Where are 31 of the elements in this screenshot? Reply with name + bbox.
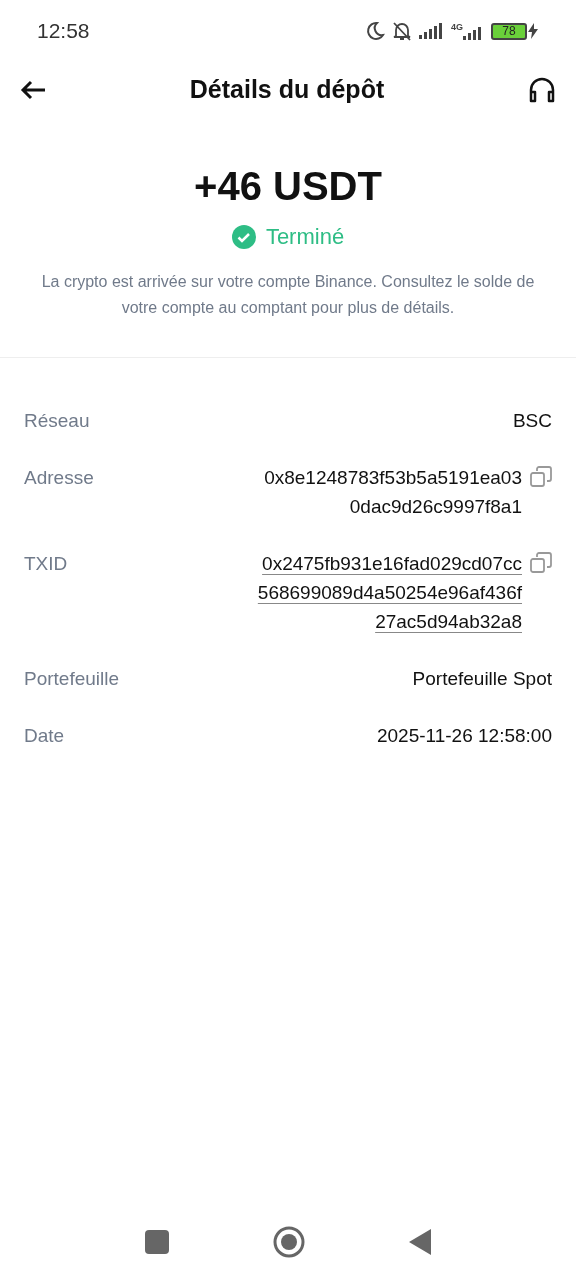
deposit-status: Terminé — [265, 223, 345, 251]
back-arrow-icon[interactable] — [20, 80, 46, 100]
square-nav-icon[interactable] — [145, 1230, 169, 1254]
battery-level: 78 — [491, 22, 527, 40]
detail-label: Adresse — [24, 466, 94, 490]
page-title: Détails du dépôt — [189, 74, 385, 106]
detail-value: Portefeuille Spot — [412, 667, 552, 691]
detail-label: Portefeuille — [24, 667, 120, 691]
detail-value: 2025-11-26 12:58:00 — [376, 724, 552, 748]
txid-link[interactable]: 568699089d4a50254e96af436f — [257, 578, 522, 607]
back-nav-icon[interactable] — [409, 1229, 431, 1255]
headset-icon[interactable] — [528, 77, 556, 103]
detail-value: BSC — [512, 409, 552, 433]
home-nav-icon[interactable] — [273, 1226, 305, 1258]
signal-icon — [419, 23, 445, 39]
moon-icon — [365, 21, 385, 41]
detail-value: 0dac9d26c9997f8a1 — [349, 495, 522, 519]
check-circle-icon — [231, 224, 256, 249]
detail-value: 0x8e1248783f53b5a5191ea03 — [264, 466, 522, 490]
status-time: 12:58 — [37, 18, 90, 45]
copy-icon[interactable] — [530, 552, 552, 574]
deposit-amount: +46 USDT — [194, 163, 382, 210]
detail-label: Date — [24, 724, 65, 748]
copy-icon[interactable] — [530, 466, 552, 488]
txid-link[interactable]: 0x2475fb931e16fad029cd07cc — [262, 549, 522, 578]
deposit-message: La crypto est arrivée sur votre compte Binance. Consultez le solde de votre compte au comptant pour plus de détails. — [40, 272, 536, 318]
detail-label: TXID — [24, 552, 68, 576]
detail-label: Réseau — [24, 409, 90, 433]
muted-bell-icon — [391, 20, 413, 42]
txid-link[interactable]: 27ac5d94ab32a8 — [375, 607, 522, 636]
network-type: 4G — [451, 22, 463, 32]
